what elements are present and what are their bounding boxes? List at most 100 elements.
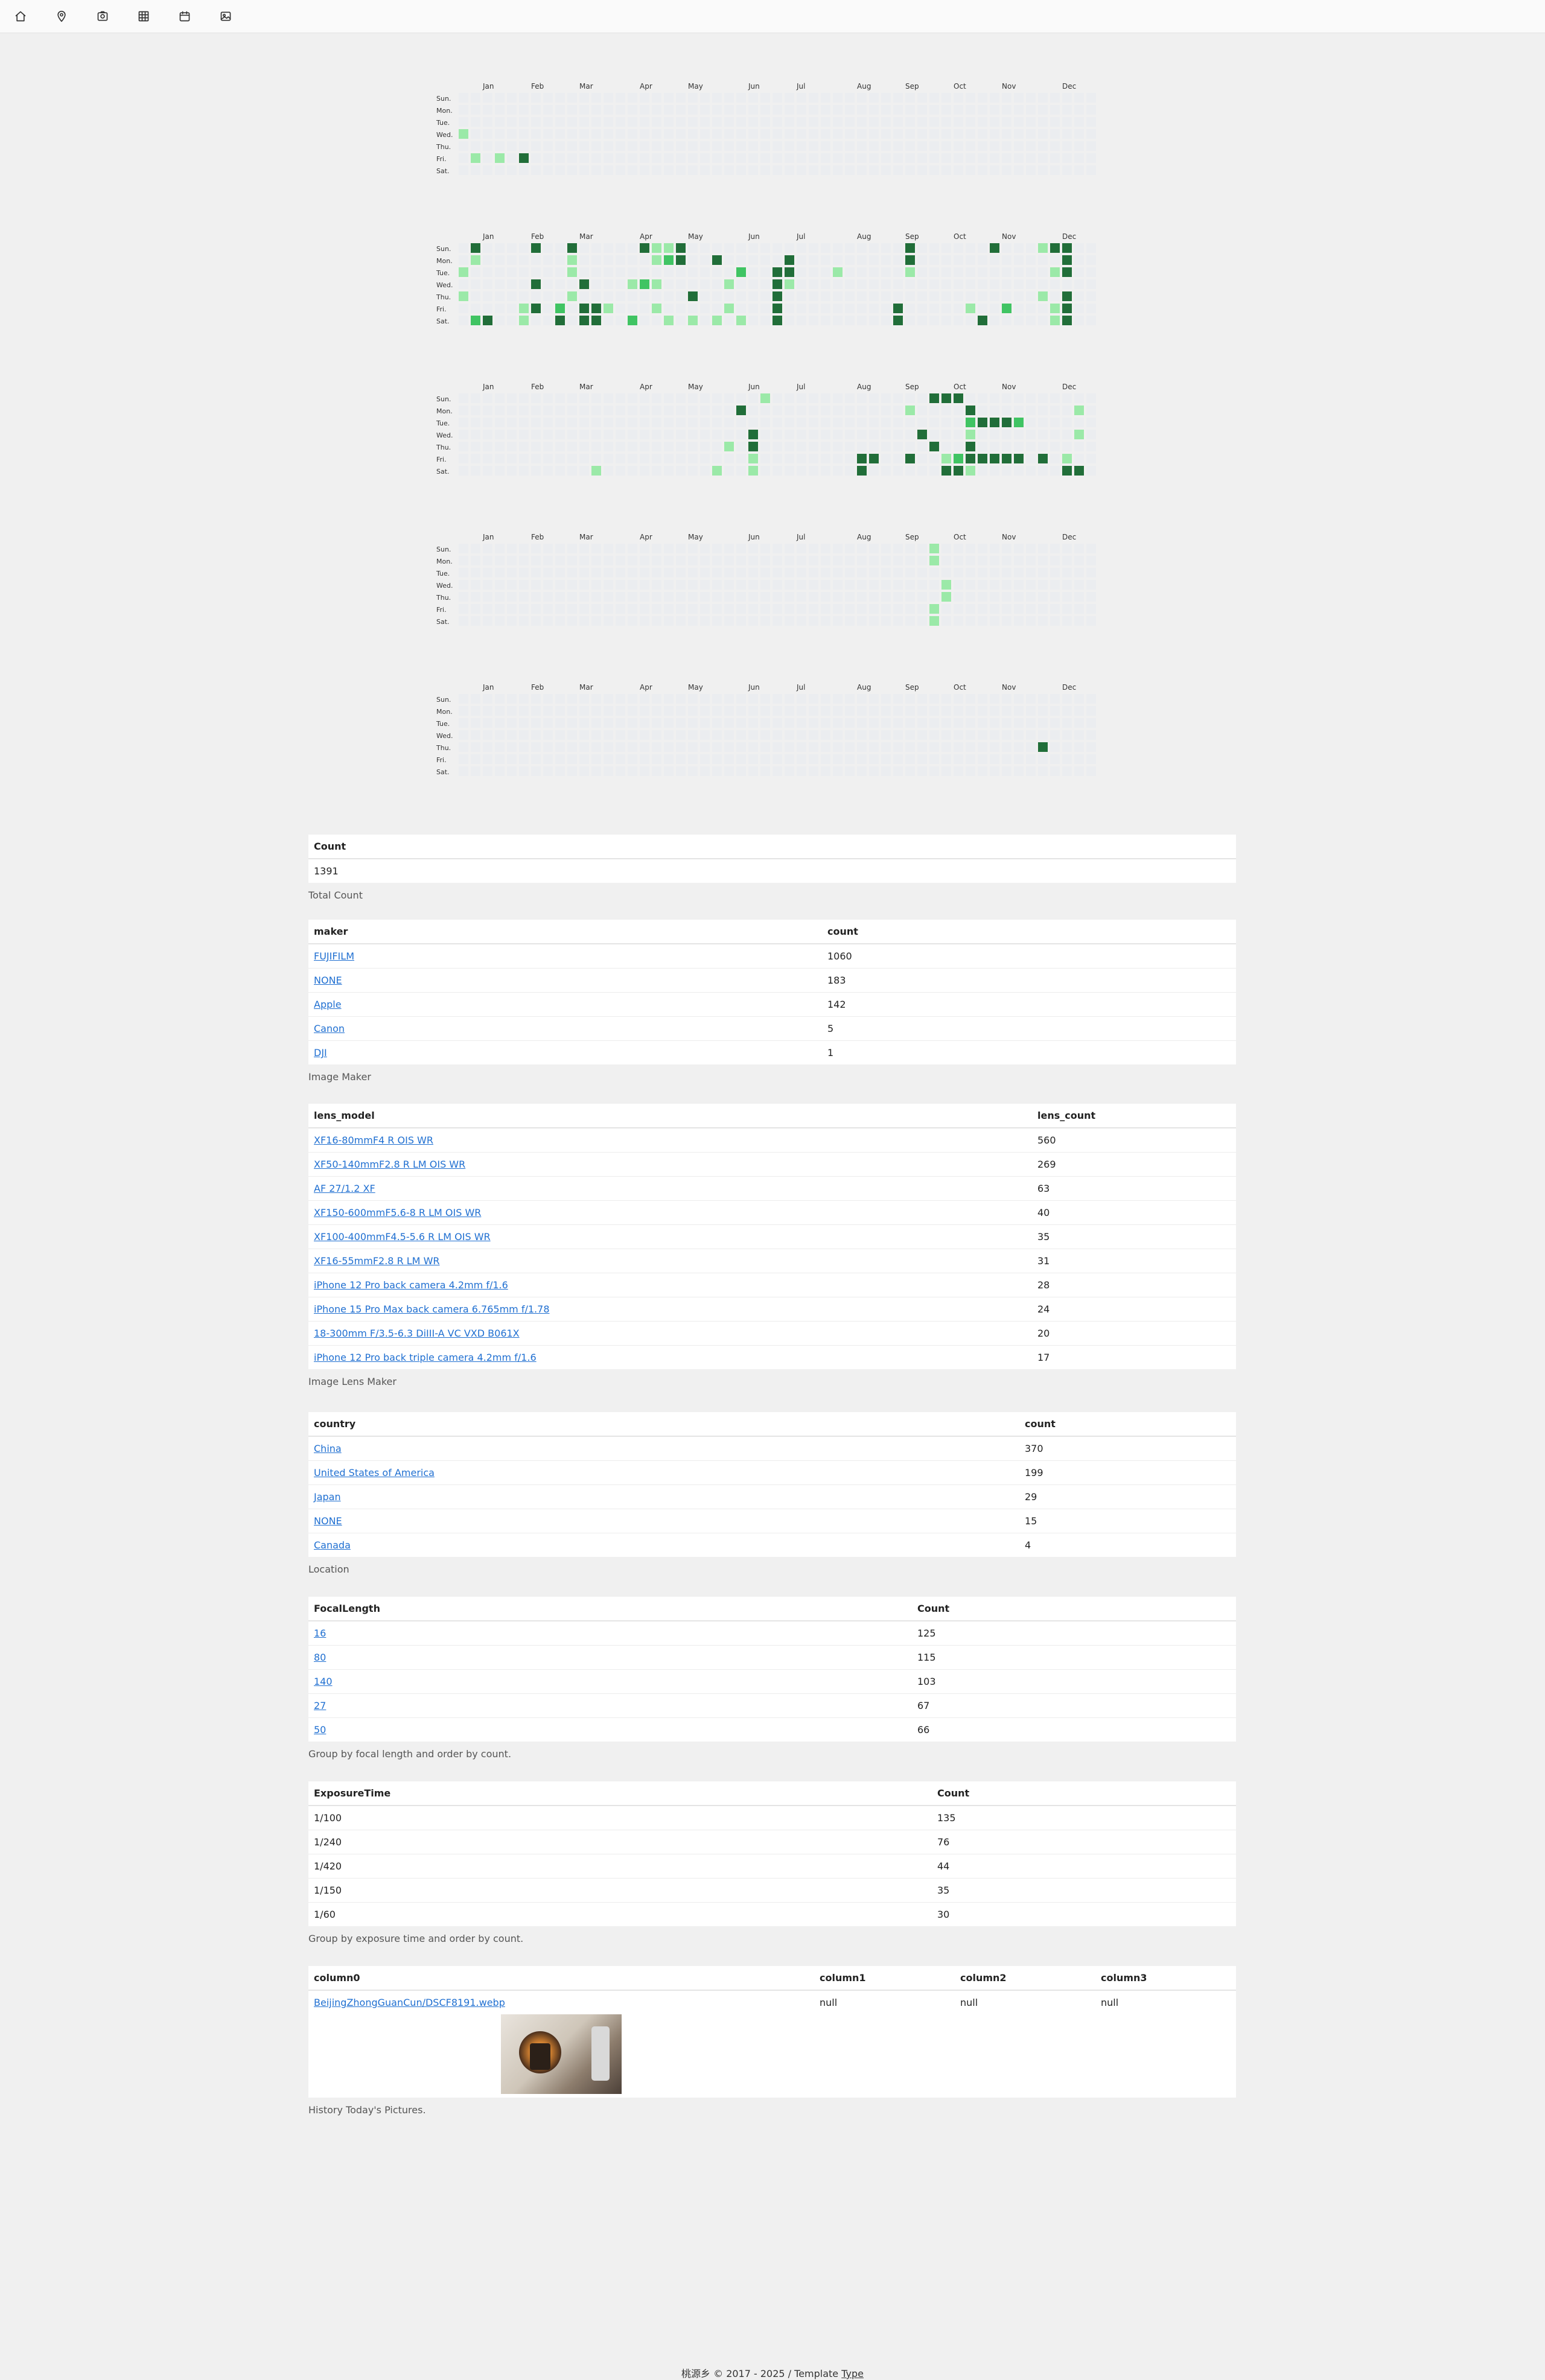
day-cell[interactable] — [760, 93, 770, 103]
day-cell[interactable] — [978, 105, 987, 115]
day-cell[interactable] — [833, 255, 843, 265]
maker-link[interactable]: Apple — [314, 999, 342, 1010]
day-cell[interactable] — [507, 430, 517, 439]
day-cell[interactable] — [652, 304, 661, 313]
day-cell[interactable] — [954, 766, 963, 776]
day-cell[interactable] — [1002, 766, 1011, 776]
day-cell[interactable] — [929, 544, 939, 553]
day-cell[interactable] — [507, 279, 517, 289]
day-cell[interactable] — [797, 556, 806, 565]
day-cell[interactable] — [1062, 165, 1072, 175]
day-cell[interactable] — [1050, 454, 1060, 463]
day-cell[interactable] — [1050, 568, 1060, 578]
day-cell[interactable] — [893, 93, 903, 103]
day-cell[interactable] — [772, 267, 782, 277]
day-cell[interactable] — [628, 592, 637, 602]
day-cell[interactable] — [797, 117, 806, 127]
day-cell[interactable] — [1038, 165, 1048, 175]
day-cell[interactable] — [652, 279, 661, 289]
day-cell[interactable] — [821, 279, 830, 289]
day-cell[interactable] — [591, 93, 601, 103]
day-cell[interactable] — [555, 454, 565, 463]
day-cell[interactable] — [941, 304, 951, 313]
day-cell[interactable] — [1074, 255, 1084, 265]
day-cell[interactable] — [604, 255, 613, 265]
day-cell[interactable] — [1050, 466, 1060, 476]
lens-link[interactable]: 18-300mm F/3.5-6.3 DiIII-A VC VXD B061X — [314, 1328, 520, 1339]
day-cell[interactable] — [821, 93, 830, 103]
day-cell[interactable] — [724, 706, 734, 716]
day-cell[interactable] — [966, 93, 975, 103]
day-cell[interactable] — [640, 243, 649, 253]
day-cell[interactable] — [821, 694, 830, 704]
day-cell[interactable] — [471, 616, 480, 626]
day-cell[interactable] — [893, 580, 903, 590]
day-cell[interactable] — [1026, 129, 1036, 139]
day-cell[interactable] — [519, 544, 529, 553]
day-cell[interactable] — [1074, 243, 1084, 253]
day-cell[interactable] — [495, 165, 505, 175]
day-cell[interactable] — [772, 742, 782, 752]
day-cell[interactable] — [555, 730, 565, 740]
day-cell[interactable] — [941, 165, 951, 175]
day-cell[interactable] — [905, 316, 915, 325]
day-cell[interactable] — [1014, 129, 1024, 139]
day-cell[interactable] — [1038, 255, 1048, 265]
day-cell[interactable] — [905, 304, 915, 313]
day-cell[interactable] — [833, 454, 843, 463]
day-cell[interactable] — [917, 153, 927, 163]
day-cell[interactable] — [845, 592, 855, 602]
day-cell[interactable] — [1002, 442, 1011, 451]
day-cell[interactable] — [772, 568, 782, 578]
day-cell[interactable] — [1062, 604, 1072, 614]
day-cell[interactable] — [652, 165, 661, 175]
day-cell[interactable] — [845, 393, 855, 403]
day-cell[interactable] — [700, 304, 710, 313]
day-cell[interactable] — [736, 742, 746, 752]
day-cell[interactable] — [688, 568, 698, 578]
day-cell[interactable] — [1026, 279, 1036, 289]
day-cell[interactable] — [760, 454, 770, 463]
day-cell[interactable] — [917, 304, 927, 313]
day-cell[interactable] — [905, 580, 915, 590]
day-cell[interactable] — [664, 592, 674, 602]
day-cell[interactable] — [809, 742, 818, 752]
day-cell[interactable] — [1074, 393, 1084, 403]
day-cell[interactable] — [821, 730, 830, 740]
day-cell[interactable] — [712, 406, 722, 415]
day-cell[interactable] — [893, 393, 903, 403]
day-cell[interactable] — [591, 279, 601, 289]
day-cell[interactable] — [1074, 580, 1084, 590]
day-cell[interactable] — [1086, 153, 1096, 163]
day-cell[interactable] — [978, 430, 987, 439]
day-cell[interactable] — [543, 706, 553, 716]
day-cell[interactable] — [821, 267, 830, 277]
day-cell[interactable] — [966, 442, 975, 451]
day-cell[interactable] — [555, 742, 565, 752]
day-cell[interactable] — [555, 442, 565, 451]
day-cell[interactable] — [688, 165, 698, 175]
day-cell[interactable] — [591, 316, 601, 325]
day-cell[interactable] — [628, 544, 637, 553]
day-cell[interactable] — [483, 165, 492, 175]
day-cell[interactable] — [555, 718, 565, 728]
day-cell[interactable] — [591, 580, 601, 590]
day-cell[interactable] — [833, 165, 843, 175]
day-cell[interactable] — [531, 730, 541, 740]
day-cell[interactable] — [966, 466, 975, 476]
day-cell[interactable] — [941, 267, 951, 277]
day-cell[interactable] — [772, 117, 782, 127]
day-cell[interactable] — [772, 406, 782, 415]
day-cell[interactable] — [1038, 556, 1048, 565]
day-cell[interactable] — [990, 117, 999, 127]
day-cell[interactable] — [785, 454, 794, 463]
day-cell[interactable] — [857, 592, 867, 602]
day-cell[interactable] — [519, 454, 529, 463]
day-cell[interactable] — [1062, 129, 1072, 139]
day-cell[interactable] — [857, 742, 867, 752]
day-cell[interactable] — [591, 556, 601, 565]
day-cell[interactable] — [760, 616, 770, 626]
day-cell[interactable] — [760, 418, 770, 427]
day-cell[interactable] — [1062, 694, 1072, 704]
day-cell[interactable] — [748, 406, 758, 415]
